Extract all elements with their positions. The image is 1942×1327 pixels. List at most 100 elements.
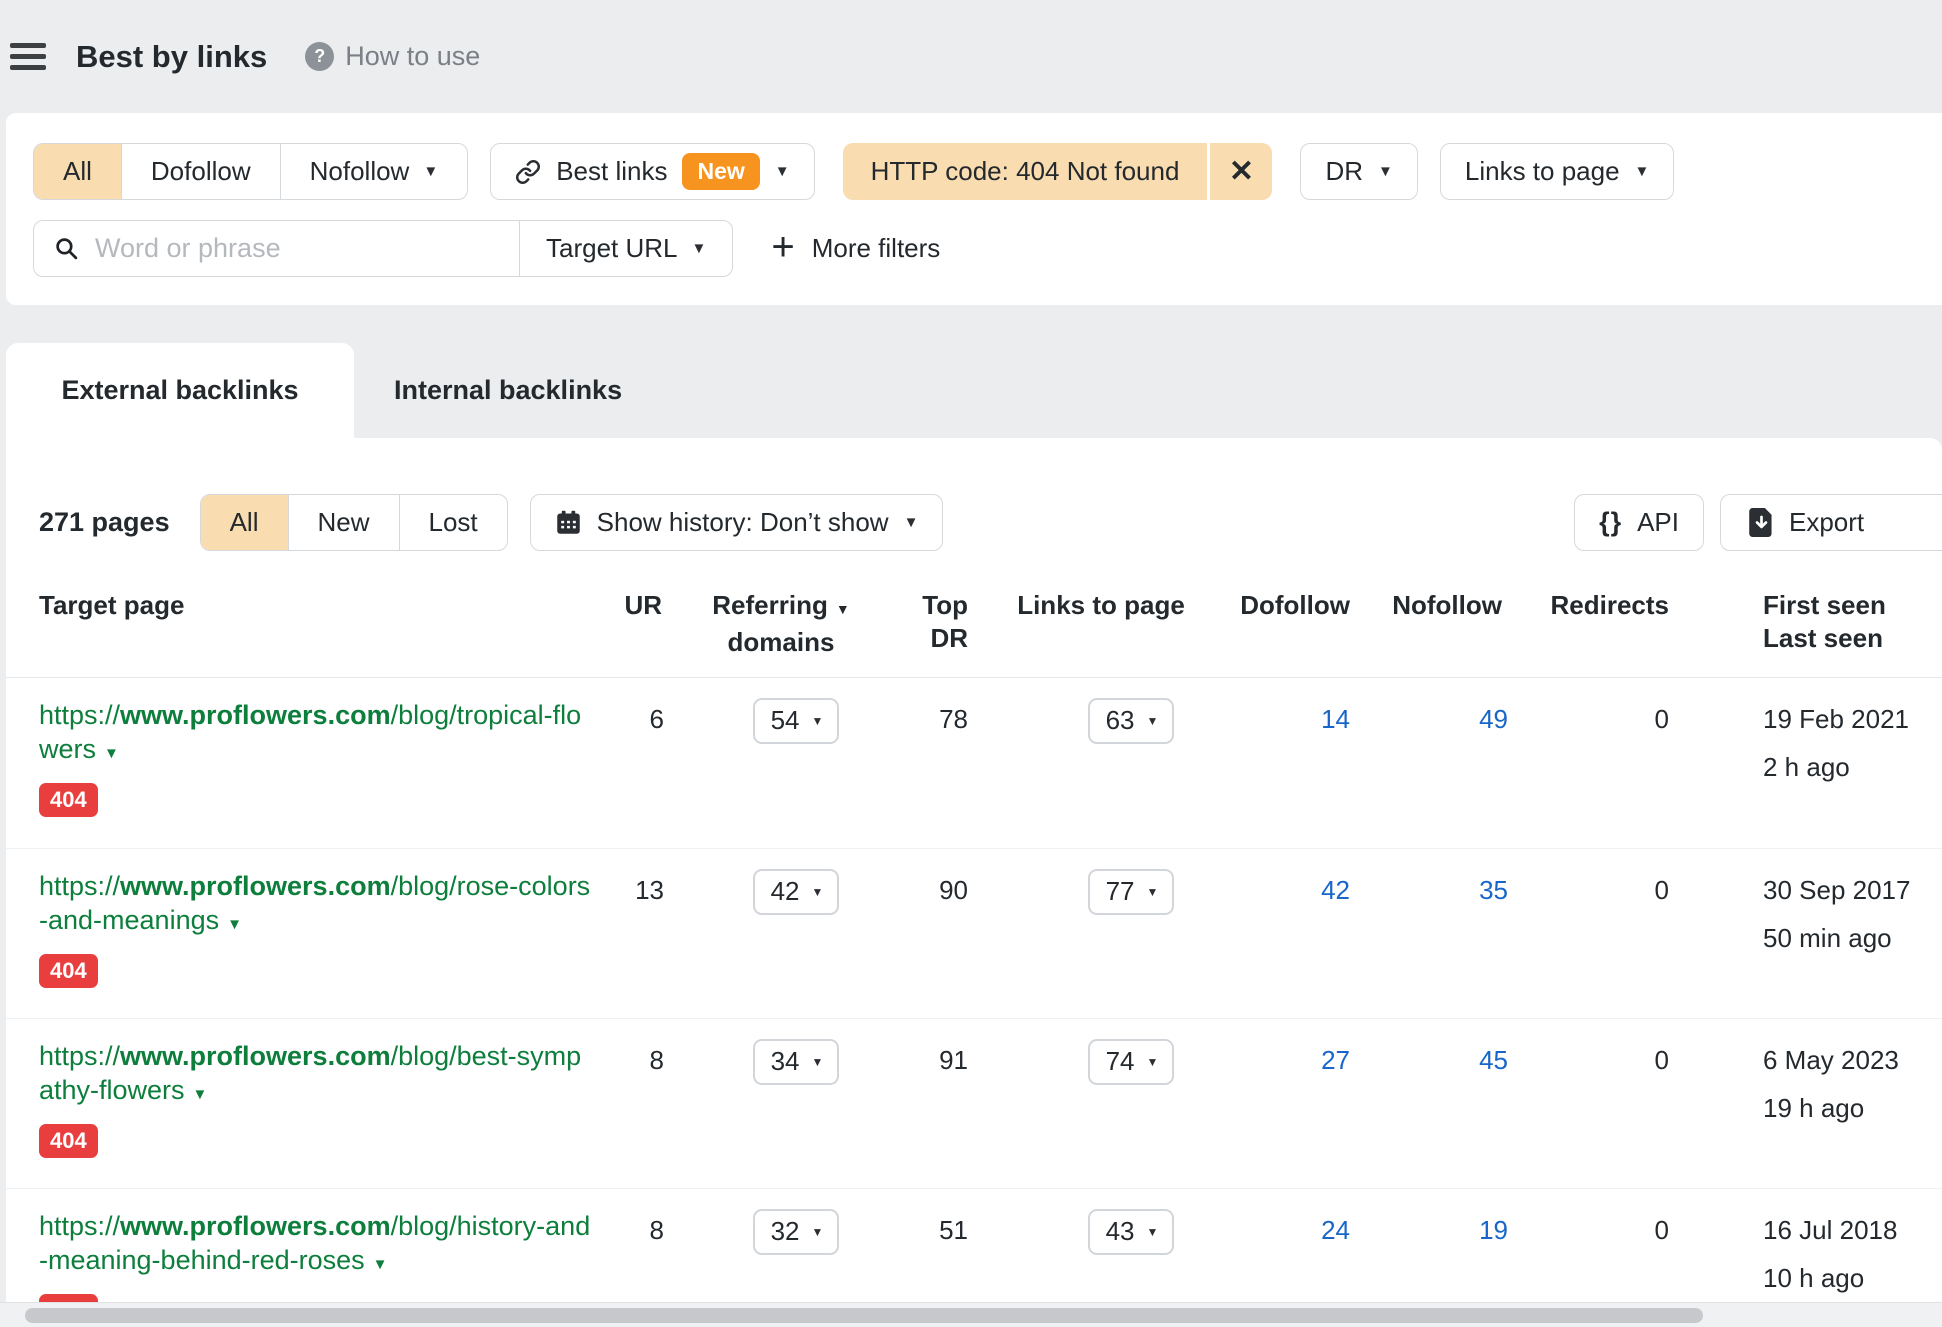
- dofollow-link[interactable]: 27: [1321, 1045, 1350, 1076]
- ur-value: 8: [649, 1045, 664, 1075]
- last-seen-value: 19 h ago: [1763, 1093, 1865, 1123]
- nofollow-link[interactable]: 35: [1479, 875, 1508, 906]
- chevron-down-icon: ▼: [774, 163, 790, 180]
- url-dropdown-caret-icon[interactable]: ▼: [193, 1086, 208, 1103]
- nofollow-link[interactable]: 19: [1479, 1215, 1508, 1246]
- export-label: Export: [1789, 507, 1865, 537]
- url-domain: www.proflowers.com: [120, 1041, 391, 1071]
- chevron-down-icon: ▼: [423, 163, 439, 180]
- col-ur[interactable]: UR: [596, 589, 666, 659]
- url-dropdown-caret-icon[interactable]: ▼: [104, 745, 119, 762]
- target-url-label: Target URL: [546, 233, 678, 263]
- target-page-link[interactable]: https://www.proflowers.com/blog/history-…: [39, 1209, 592, 1282]
- top-dr-value: 78: [939, 704, 968, 734]
- question-mark-icon: ?: [305, 42, 335, 71]
- target-page-link[interactable]: https://www.proflowers.com/blog/best-sym…: [39, 1039, 592, 1112]
- links-to-page-value: 77: [1105, 876, 1135, 906]
- sort-desc-icon: ▼: [835, 601, 850, 617]
- referring-domains-dropdown[interactable]: 32 ▼: [752, 1209, 840, 1255]
- segment-new-label: New: [317, 507, 370, 537]
- links-to-page-dropdown[interactable]: 63 ▼: [1087, 698, 1175, 744]
- url-prefix: https://: [39, 700, 121, 730]
- col-dofollow[interactable]: Dofollow: [1226, 589, 1356, 659]
- links-to-page-value: 63: [1105, 705, 1135, 735]
- dofollow-link[interactable]: 42: [1321, 875, 1350, 906]
- target-url-dropdown[interactable]: Target URL ▼: [519, 221, 732, 276]
- nofollow-link[interactable]: 49: [1479, 704, 1508, 735]
- filter-all-button[interactable]: All: [34, 144, 121, 199]
- new-badge: New: [682, 153, 760, 190]
- dofollow-link[interactable]: 24: [1321, 1215, 1350, 1246]
- chevron-down-icon: ▼: [903, 514, 919, 531]
- http-status-badge: 404: [39, 954, 98, 988]
- referring-domains-dropdown[interactable]: 54 ▼: [752, 698, 840, 744]
- export-button[interactable]: Export: [1720, 494, 1942, 551]
- link-icon: [515, 159, 541, 185]
- chevron-down-icon: ▼: [1146, 1054, 1159, 1069]
- referring-domains-dropdown[interactable]: 42 ▼: [752, 869, 840, 915]
- top-dr-value: 91: [939, 1045, 968, 1075]
- redirects-value: 0: [1654, 1045, 1669, 1075]
- col-target-page[interactable]: Target page: [6, 589, 596, 659]
- filter-dofollow-label: Dofollow: [150, 156, 251, 186]
- close-icon[interactable]: ✕: [1210, 143, 1273, 200]
- links-to-page-value: 43: [1105, 1216, 1135, 1246]
- chevron-down-icon: ▼: [1378, 163, 1393, 180]
- plus-icon: +: [771, 224, 795, 269]
- search-icon: [54, 236, 79, 261]
- dr-dropdown[interactable]: DR ▼: [1300, 143, 1418, 200]
- links-to-page-dropdown[interactable]: 74 ▼: [1087, 1039, 1175, 1085]
- col-nofollow[interactable]: Nofollow: [1356, 589, 1516, 659]
- more-filters-button[interactable]: + More filters: [771, 227, 940, 267]
- filter-all-label: All: [63, 156, 92, 186]
- follow-filter-group: All Dofollow Nofollow ▼: [33, 143, 469, 200]
- links-to-page-dropdown[interactable]: Links to page ▼: [1439, 143, 1675, 200]
- col-first-last-seen[interactable]: First seen Last seen: [1681, 589, 1942, 659]
- col-referring-domains[interactable]: Referring ▼ domains: [666, 589, 896, 659]
- chevron-down-icon: ▼: [691, 240, 707, 257]
- col-redirects[interactable]: Redirects: [1516, 589, 1681, 659]
- dofollow-link[interactable]: 14: [1321, 704, 1350, 735]
- url-dropdown-caret-icon[interactable]: ▼: [373, 1256, 388, 1273]
- first-seen-value: 16 Jul 2018: [1763, 1215, 1898, 1245]
- http-code-filter-label[interactable]: HTTP code: 404 Not found: [842, 143, 1208, 200]
- tab-external-backlinks[interactable]: External backlinks: [6, 343, 354, 438]
- filter-dofollow-button[interactable]: Dofollow: [120, 144, 280, 199]
- links-to-page-dropdown[interactable]: 77 ▼: [1087, 869, 1175, 915]
- http-code-filter-chip: HTTP code: 404 Not found ✕: [842, 143, 1273, 200]
- search-input[interactable]: [93, 232, 501, 265]
- url-dropdown-caret-icon[interactable]: ▼: [227, 916, 242, 933]
- filter-nofollow-button[interactable]: Nofollow ▼: [279, 144, 468, 199]
- col-links-to-page[interactable]: Links to page: [976, 589, 1226, 659]
- col-top-dr[interactable]: Top DR: [896, 589, 976, 659]
- target-page-link[interactable]: https://www.proflowers.com/blog/rose-col…: [39, 869, 592, 942]
- url-prefix: https://: [39, 1041, 121, 1071]
- nofollow-link[interactable]: 45: [1479, 1045, 1508, 1076]
- api-label: API: [1637, 507, 1679, 537]
- chevron-down-icon: ▼: [811, 713, 824, 728]
- url-domain: www.proflowers.com: [120, 1211, 391, 1241]
- horizontal-scrollbar-thumb[interactable]: [25, 1308, 1703, 1323]
- chevron-down-icon: ▼: [1634, 163, 1650, 180]
- segment-lost-label: Lost: [428, 507, 478, 537]
- show-history-label: Show history: Don’t show: [596, 507, 889, 537]
- links-to-page-dropdown[interactable]: 43 ▼: [1087, 1209, 1175, 1255]
- http-status-badge: 404: [39, 783, 98, 817]
- segment-all-button[interactable]: All: [200, 495, 288, 550]
- segment-new-button[interactable]: New: [287, 495, 399, 550]
- hamburger-menu-icon[interactable]: [10, 43, 46, 70]
- table-body: https://www.proflowers.com/blog/tropical…: [6, 678, 1942, 1327]
- tab-internal-backlinks[interactable]: Internal backlinks: [354, 343, 662, 438]
- api-button[interactable]: {} API: [1574, 494, 1704, 551]
- segment-lost-button[interactable]: Lost: [398, 495, 507, 550]
- show-history-dropdown[interactable]: Show history: Don’t show ▼: [529, 494, 944, 551]
- target-page-link[interactable]: https://www.proflowers.com/blog/tropical…: [39, 698, 592, 771]
- filter-nofollow-label: Nofollow: [309, 156, 410, 186]
- horizontal-scrollbar-track[interactable]: [0, 1302, 1942, 1327]
- referring-domains-value: 54: [770, 705, 800, 735]
- how-to-use-link[interactable]: ? How to use: [305, 41, 480, 72]
- ur-value: 6: [649, 704, 664, 734]
- referring-domains-dropdown[interactable]: 34 ▼: [752, 1039, 840, 1085]
- best-links-dropdown[interactable]: Best links New ▼: [490, 143, 815, 200]
- search-combo: Target URL ▼: [33, 220, 734, 277]
